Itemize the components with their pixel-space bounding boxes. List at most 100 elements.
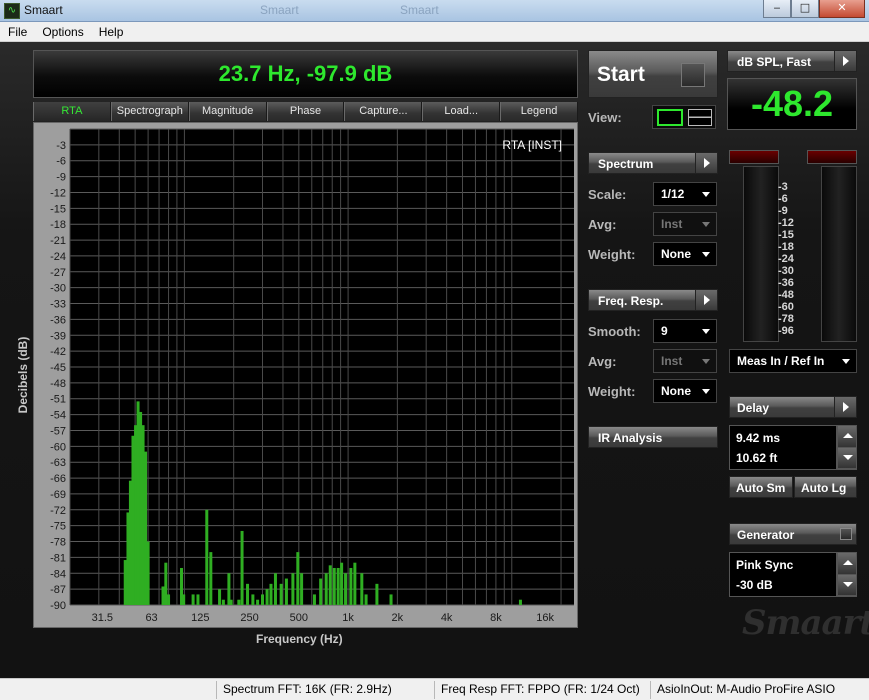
- ir-analysis-label: IR Analysis: [598, 431, 663, 445]
- meter-scale-label: -36: [778, 277, 794, 289]
- generator-button[interactable]: Generator: [729, 523, 857, 545]
- spectrum-button[interactable]: Spectrum: [588, 152, 718, 174]
- scale-select[interactable]: 1/12: [653, 182, 717, 206]
- menu-file[interactable]: File: [0, 22, 34, 41]
- auto-lg-button[interactable]: Auto Lg: [794, 476, 857, 498]
- minimize-icon[interactable]: ‒: [763, 0, 791, 18]
- y-tick-label: -78: [50, 537, 66, 549]
- spin-up-icon[interactable]: [838, 426, 856, 448]
- rta-bar: [209, 552, 213, 605]
- rta-bar: [131, 435, 135, 605]
- smooth-label: Smooth:: [588, 324, 641, 339]
- menu-bar: File Options Help: [0, 22, 869, 42]
- x-tick-label: 250: [240, 612, 258, 624]
- y-tick-label: -39: [50, 330, 66, 342]
- y-tick-label: -33: [50, 299, 66, 311]
- level-meter-right: [807, 150, 857, 342]
- y-tick-label: -3: [56, 140, 66, 152]
- rta-bar: [364, 594, 368, 605]
- generator-level: -30 dB: [736, 578, 773, 592]
- delay-button[interactable]: Delay: [729, 396, 857, 418]
- weight-select[interactable]: None: [653, 242, 717, 266]
- title-bar: ∿ Smaart Smaart Smaart ‒ □ ✕: [0, 0, 869, 22]
- rta-bar: [332, 567, 336, 605]
- rta-bar: [360, 573, 364, 605]
- rta-bar: [336, 567, 340, 605]
- rta-bar: [291, 573, 295, 605]
- split-view-icon[interactable]: [688, 109, 712, 126]
- delay-label: Delay: [737, 401, 770, 415]
- view-label: View:: [588, 110, 622, 125]
- tab-phase[interactable]: Phase: [266, 102, 345, 121]
- tab-spectrograph[interactable]: Spectrograph: [110, 102, 189, 121]
- x-tick-label: 4k: [441, 612, 453, 624]
- rta-bar: [256, 599, 260, 605]
- maximize-icon[interactable]: □: [791, 0, 819, 18]
- rta-bar: [167, 594, 171, 605]
- chevron-right-icon: [695, 153, 717, 173]
- meter-scale-label: -60: [778, 301, 794, 313]
- rta-bar: [340, 562, 344, 605]
- tab-rta[interactable]: RTA: [33, 102, 111, 121]
- rta-bar: [349, 567, 353, 605]
- y-tick-label: -60: [50, 441, 66, 453]
- generator-spinner[interactable]: [837, 552, 857, 597]
- y-tick-label: -90: [50, 600, 66, 612]
- spl-mode-button[interactable]: dB SPL, Fast: [727, 50, 857, 72]
- delay-spinner[interactable]: [837, 425, 857, 470]
- rta-bar: [246, 583, 250, 605]
- single-view-icon[interactable]: [657, 109, 683, 126]
- generator-toggle-icon[interactable]: [840, 528, 852, 540]
- status-freqresp-fft: Freq Resp FFT: FPPO (FR: 1/24 Oct): [434, 681, 650, 699]
- tab-capture[interactable]: Capture...: [344, 102, 423, 121]
- x-tick-label: 1k: [342, 612, 354, 624]
- rta-bar: [300, 573, 304, 605]
- smaart-window: ∿ Smaart Smaart Smaart ‒ □ ✕ File Option…: [0, 0, 869, 700]
- auto-sm-button[interactable]: Auto Sm: [729, 476, 793, 498]
- spin-down-icon[interactable]: [838, 447, 856, 469]
- spin-up-icon[interactable]: [838, 553, 856, 575]
- plot-title: RTA [INST]: [502, 138, 562, 152]
- x-tick-label: 500: [290, 612, 308, 624]
- input-select[interactable]: Meas In / Ref In: [729, 349, 857, 373]
- close-icon[interactable]: ✕: [819, 0, 865, 18]
- rta-bar: [229, 599, 233, 605]
- avg-select[interactable]: Inst: [653, 212, 717, 236]
- y-tick-label: -27: [50, 267, 66, 279]
- rta-plot-frame: -3 -6 -9 -12 -15 -18 -21 -24 -27 -30 -33 -36 -39 -42 -…: [33, 122, 578, 628]
- freq-resp-button[interactable]: Freq. Resp.: [588, 289, 718, 311]
- x-tick-label: 31.5: [92, 612, 113, 624]
- meter-scale-label: -18: [778, 241, 794, 253]
- meter-bar: [743, 166, 779, 342]
- tab-legend[interactable]: Legend: [500, 102, 579, 121]
- smooth-select[interactable]: 9: [653, 319, 717, 343]
- level-meter-left: [729, 150, 779, 342]
- tab-load[interactable]: Load...: [422, 102, 501, 121]
- rta-bar: [123, 560, 127, 605]
- ir-analysis-button[interactable]: IR Analysis: [588, 426, 718, 448]
- rta-bar: [312, 594, 316, 605]
- avg-select-2[interactable]: Inst: [653, 349, 717, 373]
- meter-scale-label: -96: [778, 325, 794, 337]
- spin-down-icon[interactable]: [838, 574, 856, 596]
- weight-select-2[interactable]: None: [653, 379, 717, 403]
- tab-magnitude[interactable]: Magnitude: [188, 102, 267, 121]
- record-indicator-icon: [681, 63, 705, 87]
- rta-chart[interactable]: -3 -6 -9 -12 -15 -18 -21 -24 -27 -30 -33 -36 -39 -42 -…: [34, 123, 579, 629]
- generator-display: Pink Sync -30 dB: [729, 552, 837, 597]
- meter-scale-label: -30: [778, 265, 794, 277]
- y-tick-label: -66: [50, 473, 66, 485]
- rta-bar: [196, 594, 200, 605]
- delay-display: 9.42 ms 10.62 ft: [729, 425, 837, 470]
- meter-scale-label: -48: [778, 289, 794, 301]
- meter-scale: -3 -6 -9 -12 -15 -18 -24 -30 -36 -48 -60 -78 -96: [778, 181, 802, 337]
- start-button[interactable]: Start: [588, 50, 718, 98]
- x-tick-label: 125: [191, 612, 209, 624]
- menu-options[interactable]: Options: [34, 22, 90, 41]
- weight-label-2: Weight:: [588, 384, 636, 399]
- delay-ft: 10.62 ft: [736, 451, 778, 465]
- view-selector: [652, 105, 716, 129]
- spl-mode-label: dB SPL, Fast: [737, 55, 812, 69]
- rta-bar: [353, 562, 357, 605]
- menu-help[interactable]: Help: [91, 22, 131, 41]
